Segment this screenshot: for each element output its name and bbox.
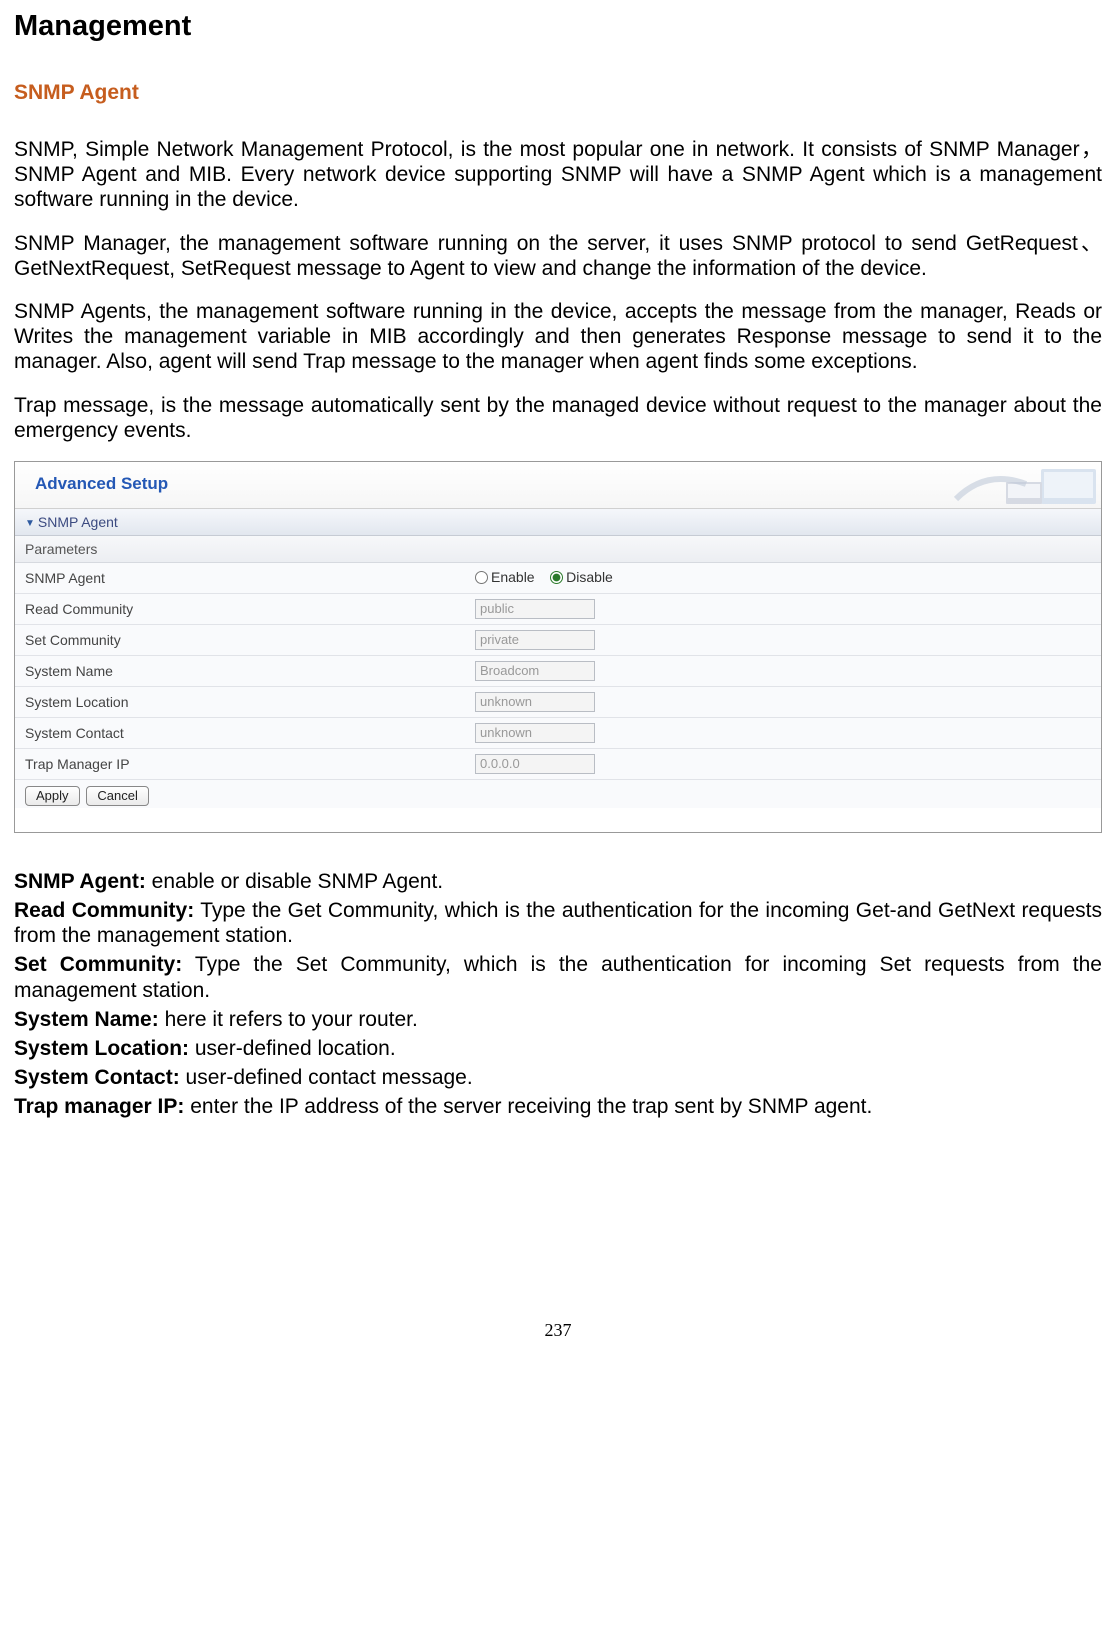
radio-enable-label: Enable	[491, 569, 535, 585]
page-title: Management	[14, 10, 1102, 43]
input-read-community[interactable]	[475, 599, 595, 619]
radio-disable[interactable]: Disable	[550, 569, 613, 585]
row-label-set-community: Set Community	[15, 624, 465, 655]
input-system-contact[interactable]	[475, 723, 595, 743]
paragraph-4: Trap message, is the message automatical…	[14, 393, 1102, 443]
section-title-snmp-agent: SNMP Agent	[14, 81, 1102, 105]
radio-enable[interactable]: Enable	[475, 569, 535, 585]
chevron-down-icon: ▼	[25, 518, 35, 529]
advanced-setup-header: Advanced Setup	[15, 462, 1101, 509]
parameters-subheader: Parameters	[15, 536, 1101, 563]
row-label-trap-manager-ip: Trap Manager IP	[15, 748, 465, 779]
input-trap-manager-ip[interactable]	[475, 754, 595, 774]
row-label-read-community: Read Community	[15, 593, 465, 624]
radio-disable-label: Disable	[566, 569, 613, 585]
definitions-list: SNMP Agent: enable or disable SNMP Agent…	[14, 869, 1102, 1120]
def-text-system-location: user-defined location.	[189, 1037, 396, 1060]
cancel-button[interactable]: Cancel	[86, 786, 148, 806]
def-label-system-location: System Location:	[14, 1037, 189, 1060]
def-label-system-name: System Name:	[14, 1008, 159, 1031]
input-system-name[interactable]	[475, 661, 595, 681]
accordion-label: SNMP Agent	[38, 514, 118, 530]
row-label-snmp-agent: SNMP Agent	[15, 563, 465, 594]
def-text-system-name: here it refers to your router.	[159, 1008, 418, 1031]
header-decoration-icon	[946, 462, 1101, 508]
row-label-system-name: System Name	[15, 655, 465, 686]
apply-button[interactable]: Apply	[25, 786, 80, 806]
config-screenshot: Advanced Setup ▼SNMP Agent Parameters SN…	[14, 461, 1102, 833]
advanced-setup-label: Advanced Setup	[35, 474, 168, 494]
paragraph-2: SNMP Manager, the management software ru…	[14, 231, 1102, 281]
radio-disable-input[interactable]	[550, 571, 563, 584]
paragraph-3: SNMP Agents, the management software run…	[14, 299, 1102, 375]
paragraph-1: SNMP, Simple Network Management Protocol…	[14, 137, 1102, 213]
def-label-read-community: Read Community:	[14, 899, 194, 922]
def-label-snmp-agent: SNMP Agent:	[14, 870, 146, 893]
def-text-trap-manager-ip: enter the IP address of the server recei…	[184, 1095, 872, 1118]
row-label-system-contact: System Contact	[15, 717, 465, 748]
input-set-community[interactable]	[475, 630, 595, 650]
accordion-snmp-agent[interactable]: ▼SNMP Agent	[15, 509, 1101, 536]
def-label-set-community: Set Community:	[14, 953, 182, 976]
page-number: 237	[14, 1320, 1102, 1341]
input-system-location[interactable]	[475, 692, 595, 712]
def-text-snmp-agent: enable or disable SNMP Agent.	[146, 870, 443, 893]
def-label-trap-manager-ip: Trap manager IP:	[14, 1095, 184, 1118]
def-label-system-contact: System Contact:	[14, 1066, 180, 1089]
row-label-system-location: System Location	[15, 686, 465, 717]
def-text-system-contact: user-defined contact message.	[180, 1066, 473, 1089]
radio-enable-input[interactable]	[475, 571, 488, 584]
